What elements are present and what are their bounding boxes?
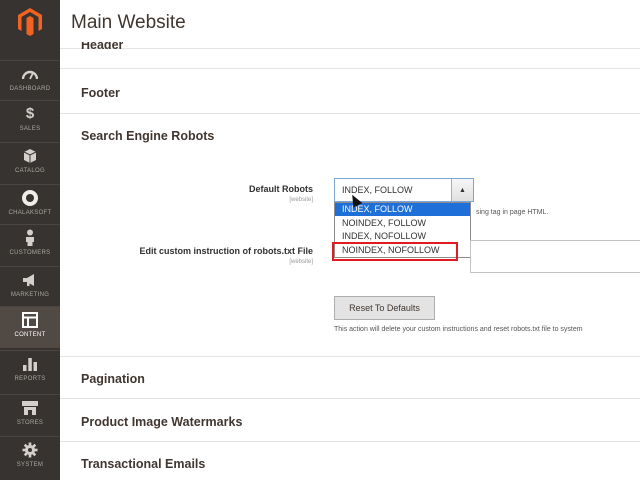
section-transactional-emails-title[interactable]: Transactional Emails — [81, 457, 205, 471]
sidebar-item-sales[interactable]: $ SALES — [0, 100, 60, 140]
megaphone-icon — [21, 271, 39, 289]
sidebar-item-label: CHALAKSOFT — [8, 210, 52, 216]
person-icon — [21, 229, 39, 247]
sidebar-item-label: CATALOG — [15, 168, 45, 174]
page-title: Main Website — [71, 12, 186, 33]
custom-robots-textarea[interactable] — [470, 240, 640, 273]
sidebar-item-dashboard[interactable]: DASHBOARD — [0, 60, 60, 100]
bar-chart-icon — [21, 355, 39, 373]
gauge-icon — [21, 65, 39, 83]
layout-icon — [21, 311, 39, 329]
sidebar-item-label: CUSTOMERS — [9, 250, 51, 256]
circle-icon — [21, 189, 39, 207]
sidebar-item-system[interactable]: SYSTEM — [0, 436, 60, 476]
magento-logo[interactable] — [0, 0, 60, 44]
section-product-image-watermarks-title[interactable]: Product Image Watermarks — [81, 415, 242, 429]
section-search-engine-robots-title[interactable]: Search Engine Robots — [81, 129, 214, 143]
section-divider — [60, 113, 640, 114]
dollar-icon: $ — [25, 105, 35, 122]
header-divider — [60, 48, 640, 49]
reset-to-defaults-button[interactable]: Reset To Defaults — [334, 296, 435, 320]
dropdown-arrow-icon[interactable]: ▲ — [451, 179, 473, 201]
gear-icon — [21, 441, 39, 459]
section-divider — [60, 441, 640, 442]
robots-option-noindex-follow[interactable]: NOINDEX, FOLLOW — [335, 217, 470, 230]
section-footer-title[interactable]: Footer — [81, 86, 120, 100]
sidebar-item-label: MARKETING — [10, 292, 50, 298]
section-header-title[interactable]: Header — [81, 42, 123, 54]
sidebar-item-marketing[interactable]: MARKETING — [0, 266, 60, 306]
default-robots-note: sing tag in page HTML. — [476, 209, 549, 216]
custom-robots-scope: [website] — [289, 259, 313, 265]
sidebar-item-label: REPORTS — [14, 376, 46, 382]
sidebar-item-label: DASHBOARD — [9, 86, 51, 92]
section-pagination-title[interactable]: Pagination — [81, 372, 145, 386]
section-divider — [60, 356, 640, 357]
sidebar-item-catalog[interactable]: CATALOG — [0, 142, 60, 182]
sidebar-item-label: SYSTEM — [16, 462, 44, 468]
annotation-highlight-box — [332, 242, 458, 261]
sidebar-item-reports[interactable]: REPORTS — [0, 350, 60, 390]
sidebar-item-chalaksoft[interactable]: CHALAKSOFT — [0, 184, 60, 224]
sidebar-item-label: STORES — [16, 420, 44, 426]
section-divider — [60, 68, 640, 69]
section-divider — [60, 398, 640, 399]
custom-robots-label: Edit custom instruction of robots.txt Fi… — [139, 246, 313, 256]
admin-window: DASHBOARD $ SALES CATALOG CHALAKSOFT CUS… — [0, 0, 640, 480]
magento-logo-icon — [18, 8, 42, 36]
sidebar-item-label: SALES — [19, 126, 41, 132]
cube-icon — [21, 147, 39, 165]
sidebar-item-label: CONTENT — [14, 332, 46, 338]
sidebar-item-content[interactable]: CONTENT — [0, 306, 60, 348]
reset-note: This action will delete your custom inst… — [334, 326, 583, 333]
admin-sidebar: DASHBOARD $ SALES CATALOG CHALAKSOFT CUS… — [0, 0, 60, 480]
sidebar-item-customers[interactable]: CUSTOMERS — [0, 224, 60, 264]
store-icon — [21, 399, 39, 417]
sidebar-item-stores[interactable]: STORES — [0, 394, 60, 434]
default-robots-label: Default Robots — [249, 184, 313, 194]
default-robots-scope: [website] — [289, 197, 313, 203]
